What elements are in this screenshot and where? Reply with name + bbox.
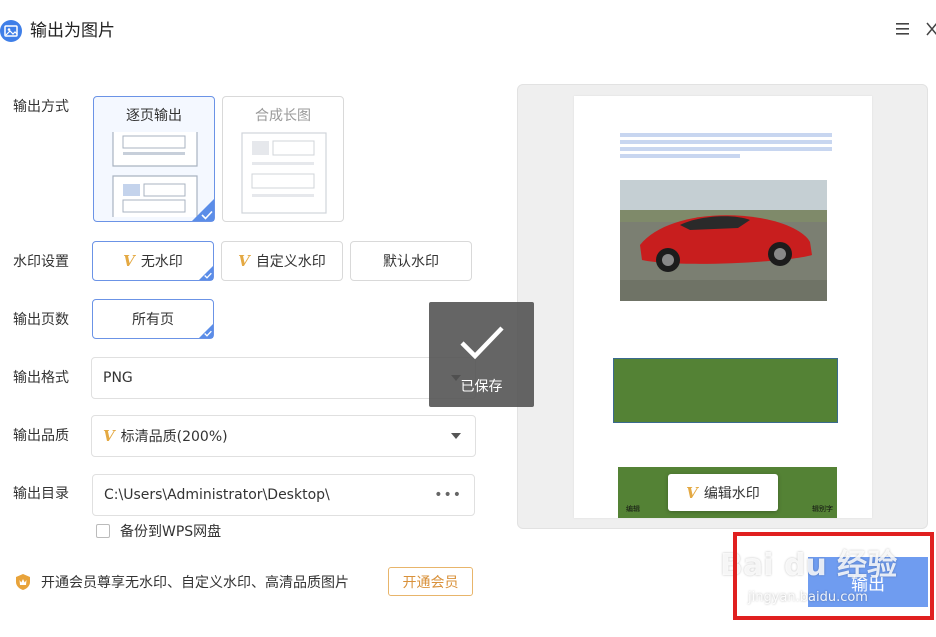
vip-crown-icon [16,574,30,590]
backup-checkbox[interactable] [96,524,110,538]
watermark-text-left: 编辑 [626,505,640,513]
default-watermark-option[interactable]: 默认水印 [350,241,472,281]
watermark-text-right: 辑别字 [812,505,833,513]
checkmark-icon [460,326,504,360]
watermark-label: 水印设置 [13,254,69,270]
mode-long-image-label: 合成长图 [255,108,311,124]
dialog-title: 输出为图片 [30,21,115,41]
highlight-frame [733,532,934,620]
vip-icon: V [686,483,698,502]
chevron-down-icon [451,433,461,439]
mode-per-page-label: 逐页输出 [126,108,182,124]
vip-icon: V [238,252,250,270]
long-image-illustration [241,132,327,214]
browse-more-icon[interactable]: ••• [434,487,462,503]
pages-label: 输出页数 [13,312,69,328]
app-icon [0,20,22,42]
all-pages-option[interactable]: 所有页 [92,299,214,339]
directory-field[interactable]: C:\Users\Administrator\Desktop\ ••• [92,474,475,516]
no-watermark-label: 无水印 [140,254,183,270]
green-rectangle [613,358,838,423]
close-icon[interactable] [926,22,936,38]
quality-select[interactable]: V 标清品质(200%) [91,415,476,457]
saved-text: 已保存 [460,379,503,395]
check-icon [204,272,212,279]
quality-label: 输出品质 [13,428,69,444]
open-vip-button[interactable]: 开通会员 [388,567,473,596]
text-line [620,147,832,151]
edit-watermark-button[interactable]: V 编辑水印 [668,474,778,511]
menu-icon[interactable] [895,22,913,38]
mode-per-page-card[interactable]: 逐页输出 [93,96,215,222]
edit-watermark-label: 编辑水印 [703,485,760,502]
default-watermark-label: 默认水印 [383,254,439,270]
check-icon [201,210,213,220]
custom-watermark-option[interactable]: V 自定义水印 [221,241,343,281]
text-line [620,133,832,137]
mode-label: 输出方式 [13,99,69,115]
car-image [620,180,827,301]
format-label: 输出格式 [13,370,69,386]
preview-page: 编辑 辑别字 [574,96,872,518]
backup-label: 备份到WPS网盘 [120,524,222,540]
quality-value: 标清品质(200%) [120,429,228,445]
format-value: PNG [103,370,133,386]
vip-icon: V [103,427,115,445]
promo-text: 开通会员尊享无水印、自定义水印、高清品质图片 [41,575,349,591]
format-select[interactable]: PNG [91,357,476,399]
all-pages-label: 所有页 [132,312,174,328]
directory-label: 输出目录 [13,486,69,502]
custom-watermark-label: 自定义水印 [255,254,326,270]
text-line [620,154,740,158]
text-line [620,140,832,144]
no-watermark-option[interactable]: V 无水印 [92,241,214,281]
per-page-illustration [112,132,198,217]
saved-toast: 已保存 [429,302,534,407]
check-icon [204,330,212,337]
directory-value: C:\Users\Administrator\Desktop\ [104,487,330,503]
vip-icon: V [123,252,135,270]
mode-long-image-card[interactable]: 合成长图 [222,96,344,222]
